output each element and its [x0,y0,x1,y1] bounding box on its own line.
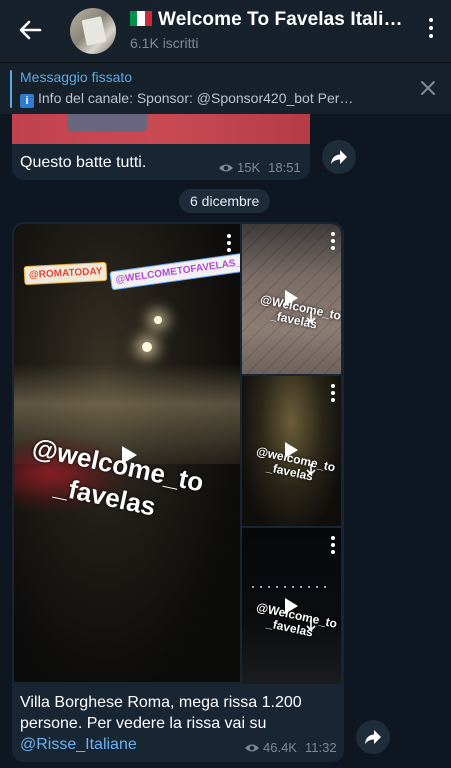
scene-lamp-light [154,316,162,324]
info-icon: i [20,94,34,108]
album-views: 46.4K [263,740,297,755]
album-message-bubble[interactable]: @ROMATODAY @WELCOMETOFAVELAS_ @welcome_t… [12,222,344,762]
share-button[interactable] [356,720,390,754]
pinned-message-bar[interactable]: Messaggio fissato i Info del canale: Spon… [0,62,451,114]
message-text: Questo batte tutti. [20,154,147,171]
more-menu-button[interactable] [427,18,435,44]
views-eye-icon [219,164,233,172]
play-icon[interactable] [285,290,298,306]
close-icon [421,81,435,95]
download-icon[interactable] [306,312,316,324]
share-button[interactable] [322,140,356,174]
more-vertical-icon-dot [429,26,433,30]
date-separator: 6 dicembre [179,189,271,213]
channel-title-row[interactable]: Welcome To Favelas Itali… [130,9,403,31]
play-icon[interactable] [285,598,298,614]
album-meta: 46.4K 11:32 [244,740,337,755]
sticker-tag: @ROMATODAY [23,261,108,286]
views-eye-icon [245,744,259,752]
sticker-tag: @WELCOMETOFAVELAS_ [109,252,240,291]
channel-avatar[interactable] [70,8,116,54]
share-arrow-icon [365,730,381,744]
scene-lights [252,586,332,588]
channel-title: Welcome To Favelas Itali… [158,9,403,30]
album-video-thumb-1[interactable]: @Welcome_to _favelas [242,224,341,374]
chat-header: Welcome To Favelas Itali… 6.1K iscritti [0,0,451,62]
message-views: 15K [237,160,261,175]
message-media-thumbnail[interactable] [12,114,310,144]
album-time: 11:32 [304,740,337,755]
pinned-preview: i Info del canale: Sponsor: @Sponsor420_b… [20,90,353,108]
media-menu-button[interactable] [330,536,336,554]
album-caption-text: Villa Borghese Roma, mega rissa 1.200 pe… [20,694,302,732]
more-vertical-icon [429,18,433,22]
album-video-thumb-2[interactable]: @welcome_to _favelas [242,376,341,526]
back-button[interactable] [14,16,46,44]
play-icon[interactable] [285,442,298,458]
media-menu-button[interactable] [226,234,232,252]
close-pinned-button[interactable] [419,79,437,97]
media-menu-button[interactable] [330,232,336,250]
share-arrow-icon [331,150,347,164]
media-menu-button[interactable] [330,384,336,402]
download-icon[interactable] [306,620,316,632]
album-video-thumb-3[interactable]: @Welcome_to _favelas [242,528,341,684]
back-arrow-icon [19,20,42,40]
more-vertical-icon-dot [429,34,433,38]
italy-flag-icon [130,11,152,26]
message-bubble[interactable]: Questo batte tutti. 15K 18:51 [12,114,310,180]
subscriber-count: 6.1K iscritti [130,35,199,51]
pinned-title: Messaggio fissato [20,69,133,85]
scene-lamp-light [142,342,152,352]
message-meta: 15K 18:51 [218,160,301,175]
message-time: 18:51 [268,160,301,175]
download-icon[interactable] [306,464,316,476]
channel-link[interactable]: @Risse_Italiane [20,736,137,753]
album-video-main[interactable]: @ROMATODAY @WELCOMETOFAVELAS_ @welcome_t… [14,224,240,682]
play-icon[interactable] [122,446,137,464]
pinned-preview-text: Info del canale: Sponsor: @Sponsor420_bo… [38,90,354,106]
pinned-accent-bar [10,70,12,108]
